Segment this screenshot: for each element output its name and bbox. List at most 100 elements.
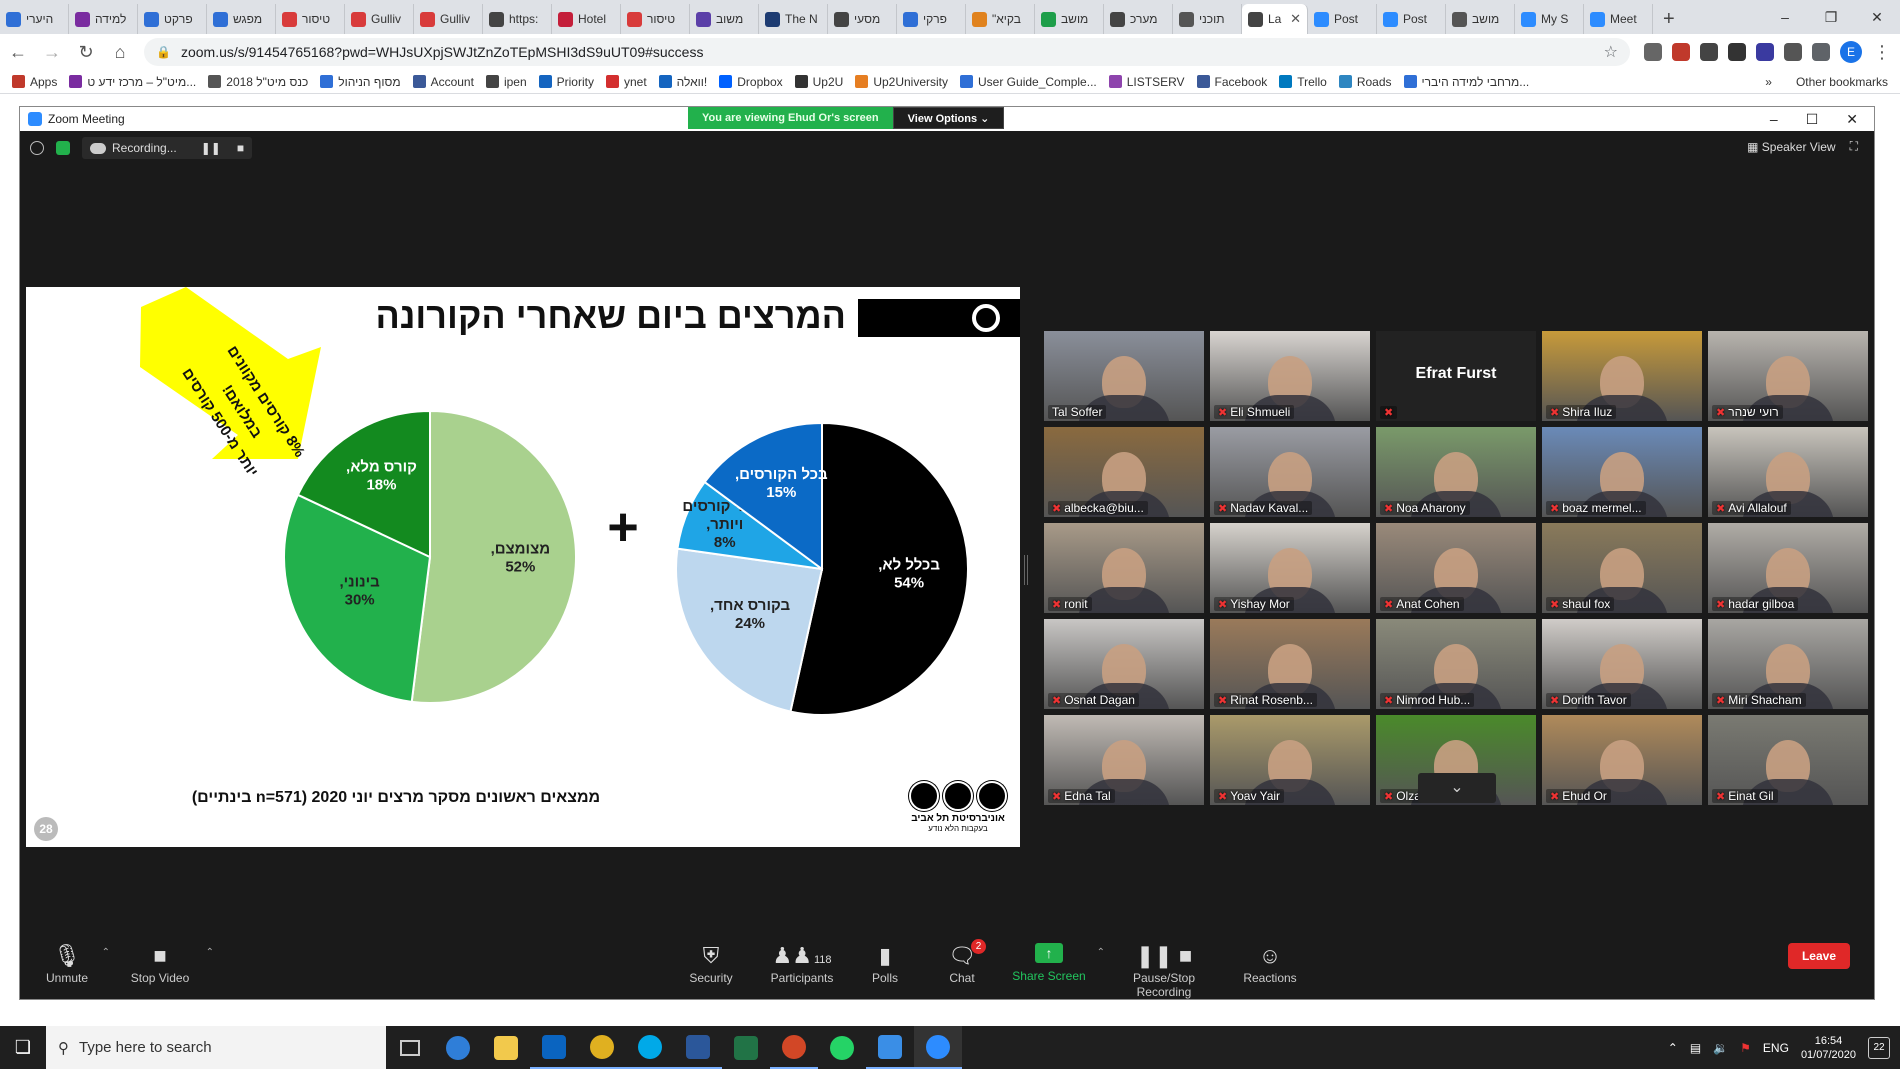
browser-tab[interactable]: טיסור	[621, 4, 690, 34]
browser-tab[interactable]: למידה	[69, 4, 138, 34]
edge-icon[interactable]	[434, 1026, 482, 1069]
fullscreen-icon[interactable]: ⛶	[1850, 139, 1858, 154]
extension-icon[interactable]	[1756, 43, 1774, 61]
chrome-icon[interactable]	[578, 1026, 626, 1069]
gallery-next-page-button[interactable]: ⌄	[1418, 773, 1496, 803]
participant-tile[interactable]: ✖ Yoav Yair	[1210, 715, 1370, 805]
browser-tab[interactable]: טיסור	[276, 4, 345, 34]
participant-tile[interactable]: ✖ Yishay Mor	[1210, 523, 1370, 613]
participant-tile[interactable]: ✖ albecka@biu...	[1044, 427, 1204, 517]
browser-tab[interactable]: מפגש	[207, 4, 276, 34]
bookmark-item[interactable]: מיט"ל – מרכז ידע ט...	[69, 75, 196, 89]
bookmark-item[interactable]: מרחבי למידה היברי...	[1403, 75, 1529, 89]
participant-tile[interactable]: ✖ Noa Aharony	[1376, 427, 1536, 517]
participants-button[interactable]: ♟♟ 118 Participants	[764, 943, 840, 985]
stop-icon[interactable]: ■	[237, 141, 244, 155]
network-icon[interactable]: ▤	[1690, 1041, 1701, 1055]
tray-overflow-icon[interactable]: ⌃	[1668, 1041, 1678, 1055]
volume-icon[interactable]: 🔉	[1713, 1041, 1728, 1055]
outlook-icon[interactable]	[530, 1026, 578, 1069]
new-tab-button[interactable]: +	[1653, 4, 1685, 34]
video-options-caret[interactable]: ⌃	[206, 947, 214, 958]
excel-icon[interactable]	[722, 1026, 770, 1069]
audio-options-caret[interactable]: ⌃	[102, 947, 110, 958]
extension-icon[interactable]	[1728, 43, 1746, 61]
security-button[interactable]: ⛨ Security	[685, 943, 737, 985]
minimize-icon[interactable]: –	[1762, 9, 1808, 25]
participant-tile[interactable]: ✖ shaul fox	[1542, 523, 1702, 613]
split-resize-handle[interactable]	[1024, 555, 1028, 585]
menu-icon[interactable]: ⋮	[1872, 42, 1892, 63]
whatsapp-icon[interactable]	[818, 1026, 866, 1069]
extension-icon[interactable]	[1784, 43, 1802, 61]
bookmark-item[interactable]: LISTSERV	[1108, 75, 1185, 89]
bookmark-item[interactable]: Priority	[538, 75, 594, 89]
pause-icon[interactable]: ❚❚	[201, 141, 221, 155]
profile-avatar[interactable]: E	[1840, 41, 1862, 63]
bookmark-item[interactable]: ynet	[605, 75, 647, 89]
participant-tile[interactable]: ✖ Ehud Or	[1542, 715, 1702, 805]
bookmark-item[interactable]: ipen	[485, 75, 527, 89]
extension-icon[interactable]	[1700, 43, 1718, 61]
bookmark-item[interactable]: Up2U	[794, 75, 843, 89]
browser-tab[interactable]: My S	[1515, 4, 1584, 34]
browser-tab[interactable]: La ✕	[1242, 4, 1308, 34]
participant-tile[interactable]: ✖ Osnat Dagan	[1044, 619, 1204, 709]
puzzle-icon[interactable]	[1812, 43, 1830, 61]
powerpoint-icon[interactable]	[770, 1026, 818, 1069]
participant-tile[interactable]: Efrat Furst ✖	[1376, 331, 1536, 421]
bookmark-item[interactable]: וואלה!	[658, 75, 707, 89]
notification-center-icon[interactable]: 22	[1868, 1036, 1890, 1059]
browser-tab[interactable]: Post	[1308, 4, 1377, 34]
browser-tab[interactable]: פרקט	[138, 4, 207, 34]
pause-stop-recording-button[interactable]: ❚❚ ■ Pause/Stop Recording	[1104, 943, 1224, 999]
participant-tile[interactable]: ✖ Nimrod Hub...	[1376, 619, 1536, 709]
participant-tile[interactable]: ✖ Nadav Kaval...	[1210, 427, 1370, 517]
browser-tab[interactable]: Post	[1377, 4, 1446, 34]
participant-tile[interactable]: ✖ Einat Gil	[1708, 715, 1868, 805]
flag-icon[interactable]: ⚑	[1740, 1041, 1751, 1055]
other-bookmarks[interactable]: » Other bookmarks	[1765, 75, 1888, 89]
bookmark-item[interactable]: User Guide_Comple...	[960, 75, 1097, 89]
participant-tile[interactable]: ✖ Avi Allalouf	[1708, 427, 1868, 517]
participant-tile[interactable]: ✖ Dorith Tavor	[1542, 619, 1702, 709]
skype-icon[interactable]	[626, 1026, 674, 1069]
speaker-view-button[interactable]: ▦ Speaker View	[1747, 140, 1836, 154]
browser-tab[interactable]: מושב	[1446, 4, 1515, 34]
url-bar[interactable]: 🔒 zoom.us/s/91454765168?pwd=WHJsUXpjSWJt…	[144, 38, 1630, 66]
bookmark-item[interactable]: Apps	[12, 75, 57, 89]
browser-tab[interactable]: https:	[483, 4, 552, 34]
restore-icon[interactable]: ❐	[1808, 9, 1854, 26]
extension-icon[interactable]	[1644, 43, 1662, 61]
security-shield-icon[interactable]	[56, 141, 70, 155]
browser-tab[interactable]: היערי	[0, 4, 69, 34]
browser-tab[interactable]: מערכ	[1104, 4, 1173, 34]
minimize-icon[interactable]: –	[1770, 111, 1778, 128]
chat-button[interactable]: 🗨 2 Chat	[942, 939, 986, 985]
participant-tile[interactable]: ✖ רועי שנהר	[1708, 331, 1868, 421]
browser-tab[interactable]: Meet	[1584, 4, 1653, 34]
overflow-icon[interactable]: »	[1765, 75, 1772, 89]
leave-button[interactable]: Leave	[1787, 943, 1850, 969]
browser-tab[interactable]: תוכני	[1173, 4, 1242, 34]
clock[interactable]: 16:54 01/07/2020	[1801, 1034, 1856, 1062]
maximize-icon[interactable]: ☐	[1806, 111, 1819, 128]
bookmark-item[interactable]: כנס מיט"ל 2018	[208, 75, 308, 89]
participant-tile[interactable]: ✖ Miri Shacham	[1708, 619, 1868, 709]
tab-close-icon[interactable]: ✕	[1290, 11, 1301, 27]
polls-button[interactable]: ▮ Polls	[865, 943, 905, 985]
bookmark-item[interactable]: מסוף הניהול	[320, 75, 401, 89]
bookmark-item[interactable]: Dropbox	[719, 75, 783, 89]
participant-tile[interactable]: ✖ Rinat Rosenb...	[1210, 619, 1370, 709]
word-icon[interactable]	[674, 1026, 722, 1069]
zoom-icon[interactable]	[914, 1026, 962, 1069]
bookmark-item[interactable]: Account	[412, 75, 474, 89]
browser-tab[interactable]: The N	[759, 4, 828, 34]
browser-tab[interactable]: משוב	[690, 4, 759, 34]
participant-tile[interactable]: ✖ Shira Iluz	[1542, 331, 1702, 421]
browser-tab[interactable]: מושב	[1035, 4, 1104, 34]
bookmark-item[interactable]: Trello	[1279, 75, 1327, 89]
browser-tab[interactable]: פרקי	[897, 4, 966, 34]
bookmark-item[interactable]: Facebook	[1196, 75, 1267, 89]
participant-tile[interactable]: Tal Soffer	[1044, 331, 1204, 421]
